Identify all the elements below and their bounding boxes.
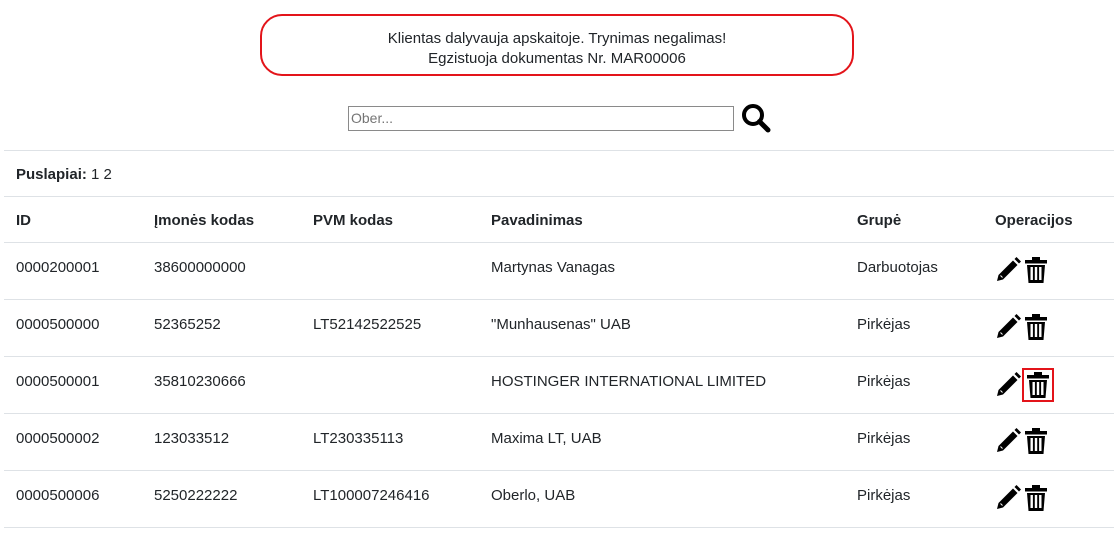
cell-id: 0000500000 bbox=[16, 316, 100, 333]
search-input[interactable] bbox=[348, 105, 734, 131]
cell-company-code: 38600000000 bbox=[154, 259, 246, 276]
cell-group: Pirkėjas bbox=[857, 316, 911, 333]
delete-button[interactable] bbox=[1022, 484, 1050, 512]
column-header-company-code: Įmonės kodas bbox=[154, 212, 255, 229]
table-row: 0000500002 123033512 LT230335113 Maxima … bbox=[4, 414, 1114, 471]
pagination: Puslapiai: 1 2 bbox=[16, 166, 112, 184]
table-row: 0000500001 35810230666 HOSTINGER INTERNA… bbox=[4, 357, 1114, 414]
cell-id: 0000500006 bbox=[16, 487, 100, 504]
page-link-2[interactable]: 2 bbox=[104, 166, 112, 183]
delete-button-highlighted[interactable] bbox=[1022, 368, 1054, 402]
column-header-vat-code: PVM kodas bbox=[313, 212, 394, 229]
column-header-name: Pavadinimas bbox=[491, 212, 583, 229]
column-header-operations: Operacijos bbox=[995, 212, 1073, 229]
search-bar bbox=[348, 101, 772, 135]
trash-icon bbox=[1025, 428, 1047, 454]
table-header: ID Įmonės kodas PVM kodas Pavadinimas Gr… bbox=[4, 197, 1114, 242]
edit-button[interactable] bbox=[994, 427, 1022, 455]
cell-group: Pirkėjas bbox=[857, 487, 911, 504]
cell-group: Pirkėjas bbox=[857, 373, 911, 390]
pencil-icon bbox=[997, 257, 1021, 281]
error-alert: Klientas dalyvauja apskaitoje. Trynimas … bbox=[260, 14, 854, 76]
table-row: 0000500006 5250222222 LT100007246416 Obe… bbox=[4, 471, 1114, 528]
trash-icon bbox=[1025, 257, 1047, 283]
pencil-icon bbox=[997, 314, 1021, 338]
cell-id: 0000200001 bbox=[16, 259, 100, 276]
cell-name: "Munhausenas" UAB bbox=[491, 316, 631, 333]
row-operations bbox=[994, 427, 1050, 455]
trash-icon bbox=[1025, 485, 1047, 511]
trash-icon bbox=[1025, 314, 1047, 340]
cell-company-code: 52365252 bbox=[154, 316, 221, 333]
trash-icon bbox=[1027, 372, 1049, 398]
cell-name: HOSTINGER INTERNATIONAL LIMITED bbox=[491, 373, 767, 390]
table-row: 0000200001 38600000000 Martynas Vanagas … bbox=[4, 243, 1114, 300]
column-header-id: ID bbox=[16, 212, 31, 229]
cell-group: Pirkėjas bbox=[857, 430, 911, 447]
page-link-1[interactable]: 1 bbox=[91, 166, 99, 183]
delete-button[interactable] bbox=[1022, 256, 1050, 284]
edit-button[interactable] bbox=[994, 371, 1022, 399]
search-icon bbox=[742, 104, 771, 133]
cell-company-code: 123033512 bbox=[154, 430, 230, 447]
cell-vat-code: LT100007246416 bbox=[313, 487, 430, 504]
delete-button[interactable] bbox=[1022, 427, 1050, 455]
row-operations bbox=[994, 368, 1054, 402]
row-operations bbox=[994, 484, 1050, 512]
page: Klientas dalyvauja apskaitoje. Trynimas … bbox=[0, 0, 1119, 543]
cell-name: Martynas Vanagas bbox=[491, 259, 615, 276]
edit-button[interactable] bbox=[994, 484, 1022, 512]
edit-button[interactable] bbox=[994, 313, 1022, 341]
cell-vat-code: LT230335113 bbox=[313, 430, 404, 447]
alert-line-2: Egzistuoja dokumentas Nr. MAR00006 bbox=[428, 50, 686, 67]
row-operations bbox=[994, 256, 1050, 284]
cell-name: Oberlo, UAB bbox=[491, 487, 576, 504]
alert-line-1: Klientas dalyvauja apskaitoje. Trynimas … bbox=[387, 30, 727, 47]
cell-company-code: 5250222222 bbox=[154, 487, 238, 504]
edit-button[interactable] bbox=[994, 256, 1022, 284]
pencil-icon bbox=[997, 485, 1021, 509]
pencil-icon bbox=[997, 372, 1021, 396]
divider bbox=[4, 527, 1114, 528]
row-operations bbox=[994, 313, 1050, 341]
column-header-group: Grupė bbox=[857, 212, 902, 229]
cell-id: 0000500002 bbox=[16, 430, 100, 447]
table-row: 0000500000 52365252 LT52142522525 "Munha… bbox=[4, 300, 1114, 357]
cell-company-code: 35810230666 bbox=[154, 373, 246, 390]
search-button[interactable] bbox=[740, 102, 772, 134]
cell-vat-code: LT52142522525 bbox=[313, 316, 422, 333]
cell-name: Maxima LT, UAB bbox=[491, 430, 602, 447]
cell-group: Darbuotojas bbox=[857, 259, 938, 276]
delete-button[interactable] bbox=[1022, 313, 1050, 341]
pagination-label: Puslapiai: bbox=[16, 166, 87, 183]
pencil-icon bbox=[997, 428, 1021, 452]
divider bbox=[4, 150, 1114, 151]
cell-id: 0000500001 bbox=[16, 373, 100, 390]
